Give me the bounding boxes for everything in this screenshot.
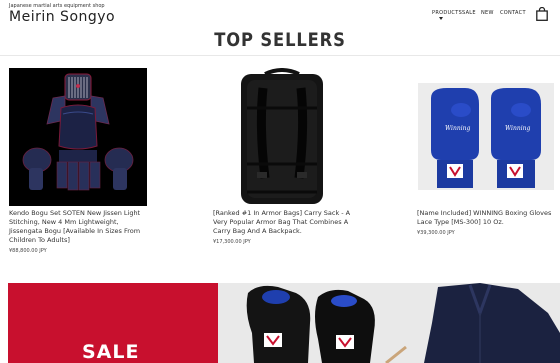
svg-text:Winning: Winning	[505, 125, 530, 132]
header-divider	[0, 55, 560, 56]
product-title[interactable]: Kendo Bogu Set SOTEN New Jissen Light St…	[9, 209, 149, 245]
nav-contact[interactable]: CONTACT	[500, 10, 526, 16]
section-heading: TOP SELLERS	[214, 29, 346, 51]
nav-new[interactable]: NEW	[481, 10, 494, 16]
site-header: Japanese martial arts equipment shop Mei…	[0, 0, 560, 30]
nav-products[interactable]: PRODUCTS	[432, 10, 462, 16]
product-image-carry-sack[interactable]	[213, 68, 351, 206]
product-image-kendo-bogu[interactable]	[9, 68, 147, 206]
product-title[interactable]: [Name Included] WINNING Boxing Gloves La…	[417, 209, 557, 227]
product-title[interactable]: [Ranked #1 In Armor Bags] Carry Sack - A…	[213, 209, 353, 236]
product-price: ¥17,300.00 JPY	[213, 239, 251, 245]
product-price: ¥88,800.00 JPY	[9, 248, 47, 254]
nav-sale[interactable]: SALE	[462, 10, 476, 16]
product-price: ¥39,300.00 JPY	[417, 230, 455, 236]
banner-image-gloves-gi[interactable]	[218, 283, 560, 363]
store-logo[interactable]: Meirin Songyo	[9, 9, 115, 25]
caret-down-icon[interactable]	[439, 17, 443, 20]
svg-text:Winning: Winning	[445, 125, 470, 132]
product-image-boxing-gloves[interactable]: Winning Winning	[417, 68, 555, 206]
shopping-bag-icon[interactable]	[536, 7, 548, 21]
